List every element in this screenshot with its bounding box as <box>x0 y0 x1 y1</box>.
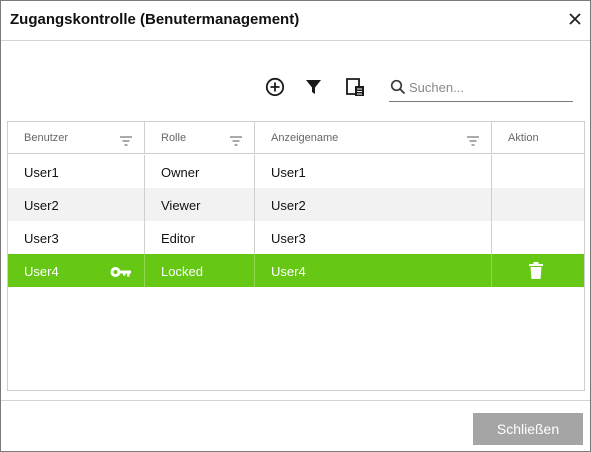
cell-display-name: User2 <box>255 188 492 221</box>
column-header-label: Rolle <box>161 132 187 144</box>
access-control-dialog: Zugangskontrolle (Benutermanagement) Suc… <box>0 0 591 452</box>
column-chooser-icon[interactable] <box>345 77 365 97</box>
cell-role: Owner <box>145 155 255 188</box>
column-header-aktion: Aktion <box>492 122 584 154</box>
add-circle-icon[interactable] <box>265 77 285 97</box>
search-box[interactable] <box>389 73 573 102</box>
column-header-label: Aktion <box>508 132 539 144</box>
column-filter-icon[interactable] <box>230 133 242 146</box>
cell-role: Editor <box>145 221 255 254</box>
column-header-anzeigename[interactable]: Anzeigename <box>255 122 492 154</box>
table-header: Benutzer Rolle Anzeigename Aktion <box>8 122 584 154</box>
column-header-rolle[interactable]: Rolle <box>145 122 255 154</box>
search-icon <box>390 79 406 95</box>
user-table: Benutzer Rolle Anzeigename Aktion User1 … <box>7 121 585 391</box>
cell-display-name: User3 <box>255 221 492 254</box>
cell-user: User3 <box>8 221 145 254</box>
cell-user: User1 <box>8 155 145 188</box>
title-bar: Zugangskontrolle (Benutermanagement) <box>1 1 590 41</box>
column-filter-icon[interactable] <box>467 133 479 146</box>
cell-display-name: User4 <box>255 254 492 287</box>
column-header-label: Benutzer <box>24 132 69 144</box>
table-row[interactable]: User1 Owner User1 <box>8 155 584 188</box>
table-row-selected[interactable]: User4 Locked User4 <box>8 254 584 287</box>
close-button[interactable]: Schließen <box>473 413 583 445</box>
dialog-footer: Schließen <box>1 400 590 452</box>
cell-action <box>492 155 584 188</box>
cell-role: Locked <box>145 254 255 287</box>
cell-role: Viewer <box>145 188 255 221</box>
search-input[interactable] <box>409 77 569 97</box>
cell-user: User2 <box>8 188 145 221</box>
cell-action <box>492 254 584 287</box>
cell-action <box>492 188 584 221</box>
table-row[interactable]: User3 Editor User3 <box>8 221 584 254</box>
column-header-label: Anzeigename <box>271 132 339 144</box>
close-icon[interactable] <box>566 10 584 28</box>
table-row[interactable]: User2 Viewer User2 <box>8 188 584 221</box>
cell-action <box>492 221 584 254</box>
key-icon <box>110 265 132 277</box>
trash-icon[interactable] <box>529 262 543 279</box>
cell-user: User4 <box>8 254 145 287</box>
column-filter-icon[interactable] <box>120 133 132 146</box>
column-header-benutzer[interactable]: Benutzer <box>8 122 145 154</box>
cell-display-name: User1 <box>255 155 492 188</box>
filter-icon[interactable] <box>305 78 322 96</box>
dialog-title: Zugangskontrolle (Benutermanagement) <box>10 11 300 28</box>
